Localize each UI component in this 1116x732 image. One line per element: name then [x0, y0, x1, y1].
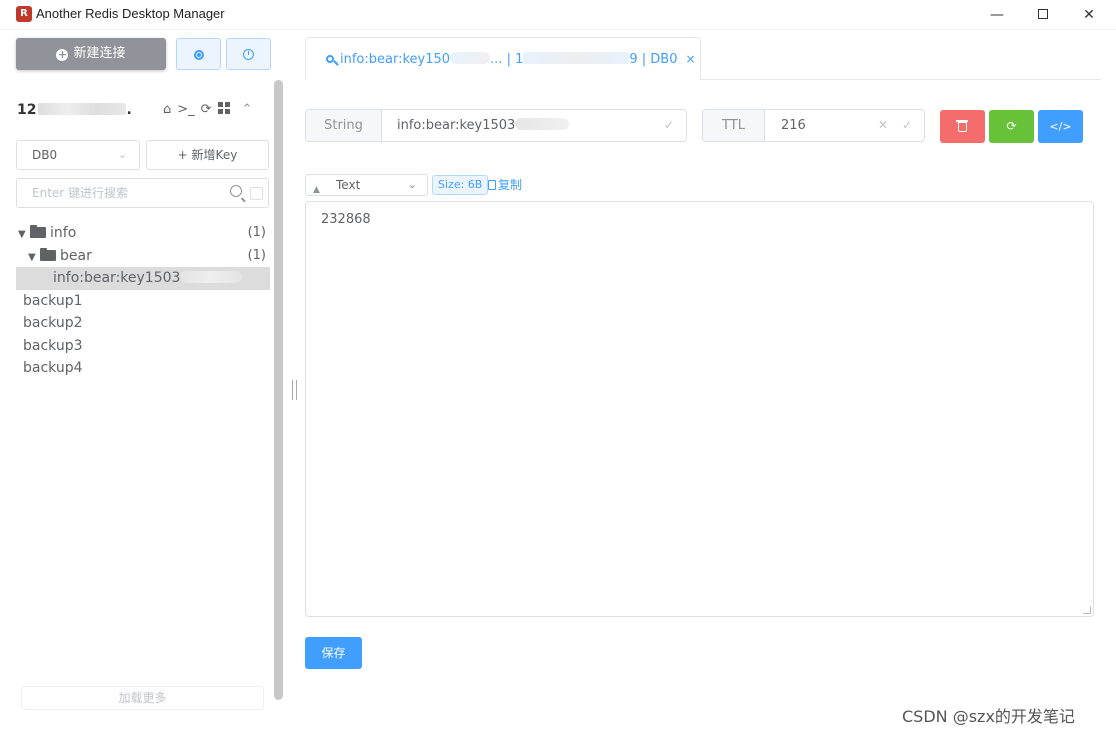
ttl-field[interactable]: TTL 216 ✕ ✓ — [702, 109, 925, 142]
tree-structure-icon: ▲ — [313, 185, 320, 195]
caret-down-icon: ▼ — [28, 251, 36, 263]
maximize-button[interactable] — [1020, 0, 1066, 30]
key-type-label: String — [306, 110, 382, 141]
resize-handle[interactable] — [1083, 606, 1091, 614]
key-name-text: info:bear:key1503 — [397, 118, 516, 133]
history-button[interactable] — [226, 38, 271, 70]
minimize-button[interactable]: — — [974, 0, 1020, 30]
tab-title-mid: ... | 1 — [490, 52, 524, 67]
redacted-host — [38, 103, 127, 115]
ttl-value: 216 — [781, 118, 806, 133]
search-icon[interactable] — [230, 185, 242, 197]
settings-icon — [193, 49, 204, 60]
tab-title-start: info:bear:key150 — [340, 52, 451, 67]
connection-toolbar: ⌂ >_ ⟳ ⌃ — [163, 102, 258, 117]
value-editor[interactable]: 232868 — [305, 201, 1094, 617]
document-icon — [488, 180, 496, 190]
caret-down-icon: ▼ — [18, 229, 26, 240]
terminal-icon[interactable]: >_ — [177, 102, 194, 117]
tree-key-label: info:bear:key1503 — [53, 270, 181, 286]
check-icon[interactable]: ✓ — [902, 110, 912, 141]
new-key-button[interactable]: + 新增Key — [146, 140, 269, 170]
folder-open-icon — [30, 225, 46, 238]
ttl-label: TTL — [703, 110, 765, 141]
tree-folder-info[interactable]: ▼ info (1) — [16, 222, 270, 245]
app-logo-icon: R — [16, 6, 32, 22]
db-select-value: DB0 — [32, 148, 58, 162]
new-connection-button[interactable]: + 新建连接 — [16, 38, 166, 70]
key-name-value: info:bear:key1503 — [397, 110, 570, 141]
connection-name-text: 12 — [17, 102, 37, 118]
key-icon — [326, 55, 334, 63]
pane-splitter[interactable] — [292, 380, 297, 400]
search-input[interactable]: Enter 键进行搜索 — [16, 178, 269, 208]
delete-key-button[interactable] — [940, 110, 985, 143]
db-select[interactable]: DB0 ⌄ — [16, 140, 140, 170]
search-placeholder: Enter 键进行搜索 — [32, 186, 129, 200]
plus-circle-icon: + — [56, 48, 69, 61]
tree-key[interactable]: backup3 — [16, 335, 270, 358]
title-bar: R Another Redis Desktop Manager — ✕ — [0, 0, 1116, 30]
clear-icon[interactable]: ✕ — [878, 110, 888, 141]
sidebar: + 新建连接 12. ⌂ >_ ⟳ ⌃ DB0 ⌄ + 新增Key Enter 键进行搜… — [0, 30, 286, 732]
connection-name[interactable]: 12. — [17, 102, 132, 118]
home-icon[interactable]: ⌂ — [163, 102, 171, 117]
size-badge: Size: 6B — [432, 175, 489, 195]
chevron-down-icon: ⌄ — [407, 178, 417, 191]
refresh-icon: ⟳ — [1006, 119, 1017, 133]
key-tree: ▼ info (1) ▼ bear (1) info:bear:key1503 ba… — [16, 222, 270, 380]
chevron-up-icon[interactable]: ⌃ — [242, 102, 253, 117]
check-icon[interactable]: ✓ — [664, 110, 674, 141]
tree-folder-count: (1) — [247, 247, 266, 263]
redacted-key-suffix — [515, 118, 570, 130]
chevron-down-icon: ⌄ — [117, 148, 127, 161]
value-content: 232868 — [321, 212, 371, 227]
exact-match-checkbox[interactable] — [250, 187, 263, 200]
redacted-text — [450, 52, 491, 64]
code-icon: </> — [1049, 120, 1072, 133]
maximize-icon — [1038, 9, 1048, 19]
redacted-key-suffix — [180, 271, 243, 283]
copy-button[interactable]: 复制 — [488, 176, 522, 194]
tree-key-selected[interactable]: info:bear:key1503 — [16, 267, 270, 290]
new-connection-label: 新建连接 — [73, 46, 126, 61]
tree-folder-label: info — [50, 225, 77, 241]
dump-command-button[interactable]: </> — [1038, 110, 1083, 143]
close-window-button[interactable]: ✕ — [1066, 0, 1112, 30]
tree-key[interactable]: backup1 — [16, 290, 270, 313]
grid-icon[interactable] — [217, 102, 230, 114]
clock-icon — [243, 49, 254, 60]
tree-folder-count: (1) — [247, 225, 266, 240]
tab-title-end: 9 | DB0 — [629, 52, 678, 67]
load-more-button[interactable]: 加载更多 — [21, 686, 264, 710]
refresh-key-button[interactable]: ⟳ — [989, 110, 1034, 143]
tree-key[interactable]: backup4 — [16, 357, 270, 380]
save-button[interactable]: 保存 — [305, 637, 362, 669]
watermark: CSDN @szx的开发笔记 — [902, 707, 1075, 726]
folder-open-icon — [40, 247, 56, 261]
redacted-host — [523, 52, 630, 64]
connection-name-suffix: . — [126, 102, 132, 118]
window-title: Another Redis Desktop Manager — [36, 6, 225, 21]
key-name-field[interactable]: String info:bear:key1503 ✓ — [305, 109, 687, 142]
format-select[interactable]: ▲ Text ⌄ — [305, 174, 428, 196]
scrollbar-thumb[interactable] — [274, 80, 283, 700]
copy-label: 复制 — [498, 178, 523, 192]
format-select-value: Text — [336, 178, 361, 192]
tree-folder-bear[interactable]: ▼ bear (1) — [16, 245, 270, 268]
settings-button[interactable] — [176, 38, 221, 70]
tree-folder-label: bear — [60, 247, 92, 264]
tree-key[interactable]: backup2 — [16, 312, 270, 335]
tab-close-icon[interactable]: × — [685, 52, 695, 66]
refresh-icon[interactable]: ⟳ — [201, 102, 212, 117]
trash-icon — [956, 120, 968, 132]
sidebar-scrollbar[interactable] — [274, 80, 283, 700]
tab-key-detail[interactable]: info:bear:key150 ... | 1 9 | DB0 × — [305, 37, 701, 80]
